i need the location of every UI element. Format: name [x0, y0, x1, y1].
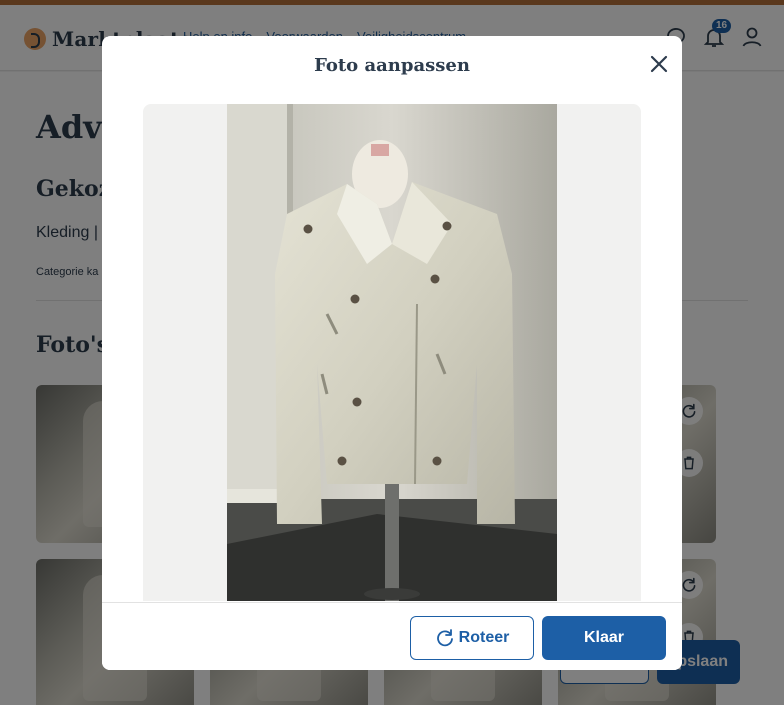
rotate-button-label: Roteer	[458, 629, 510, 646]
dialog-footer: Roteer Klaar	[102, 602, 682, 670]
close-icon[interactable]	[648, 53, 670, 75]
edit-photo-dialog: Foto aanpassen Roteer Klaar	[102, 36, 682, 670]
rotate-button[interactable]: Roteer	[410, 616, 534, 660]
dialog-title: Foto aanpassen	[314, 55, 470, 76]
photo-preview-area	[143, 104, 641, 601]
rotate-icon	[436, 629, 453, 647]
photo-preview	[227, 104, 557, 601]
done-button[interactable]: Klaar	[542, 616, 666, 660]
